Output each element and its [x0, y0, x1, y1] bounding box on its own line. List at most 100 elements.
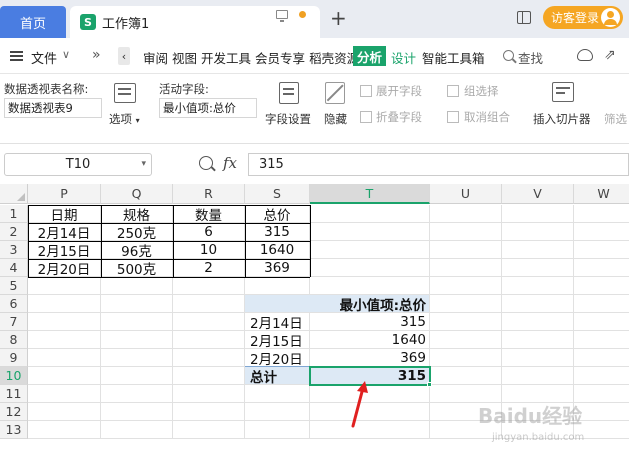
group-selection-button[interactable]: 组选择: [464, 83, 499, 99]
field-settings-icon[interactable]: [279, 82, 299, 104]
cell-r10[interactable]: [173, 367, 245, 385]
cell-q7[interactable]: [101, 313, 173, 331]
cell-s11[interactable]: [245, 385, 310, 403]
row-header-4[interactable]: 4: [0, 259, 28, 277]
cell-t5[interactable]: [310, 277, 430, 295]
select-all-corner[interactable]: [0, 184, 28, 204]
cell-t2[interactable]: [310, 223, 430, 241]
cell-p9[interactable]: [28, 349, 101, 367]
cell-r13[interactable]: [173, 421, 245, 439]
menu-view[interactable]: 视图: [172, 48, 197, 67]
cell-v1[interactable]: [502, 205, 574, 223]
row-header-10[interactable]: 10: [0, 367, 28, 385]
chevron-down-icon[interactable]: ∨: [62, 48, 70, 61]
menu-file[interactable]: 文件: [31, 48, 57, 67]
cell-r1[interactable]: 数量: [173, 205, 245, 223]
cell-p10[interactable]: [28, 367, 101, 385]
cell-p11[interactable]: [28, 385, 101, 403]
cell-p12[interactable]: [28, 403, 101, 421]
cell-s4[interactable]: 369: [245, 259, 310, 277]
cell-v9[interactable]: [502, 349, 574, 367]
menu-more-icon[interactable]: »: [92, 47, 101, 63]
column-header-q[interactable]: Q: [101, 184, 173, 204]
column-header-t[interactable]: T: [310, 184, 430, 204]
cell-q13[interactable]: [101, 421, 173, 439]
cell-t7[interactable]: 315: [310, 313, 430, 331]
hamburger-menu-icon[interactable]: [10, 51, 23, 61]
filter-button[interactable]: 筛选: [604, 111, 627, 127]
hide-icon[interactable]: [325, 82, 345, 104]
cell-s12[interactable]: [245, 403, 310, 421]
cell-u6[interactable]: [430, 295, 502, 313]
cell-u7[interactable]: [430, 313, 502, 331]
cell-w5[interactable]: [574, 277, 629, 295]
cell-v10[interactable]: [502, 367, 574, 385]
cell-w12[interactable]: [574, 403, 629, 421]
cell-v2[interactable]: [502, 223, 574, 241]
cell-r2[interactable]: 6: [173, 223, 245, 241]
cell-w9[interactable]: [574, 349, 629, 367]
fill-handle[interactable]: [427, 382, 432, 387]
expand-field-button[interactable]: 展开字段: [376, 83, 422, 99]
menu-review[interactable]: 审阅: [143, 48, 168, 67]
cell-w7[interactable]: [574, 313, 629, 331]
cell-r7[interactable]: [173, 313, 245, 331]
cell-p1[interactable]: 日期: [28, 205, 101, 223]
cell-u2[interactable]: [430, 223, 502, 241]
name-box[interactable]: T10 ▾: [4, 153, 152, 176]
cell-u4[interactable]: [430, 259, 502, 277]
cell-s10[interactable]: 总计: [245, 367, 310, 385]
ungroup-button[interactable]: 取消组合: [464, 109, 510, 125]
guest-login-button[interactable]: 访客登录: [543, 6, 623, 29]
cell-w3[interactable]: [574, 241, 629, 259]
cell-r5[interactable]: [173, 277, 245, 295]
cell-q2[interactable]: 250克: [101, 223, 173, 241]
name-box-dropdown-icon[interactable]: ▾: [141, 159, 146, 169]
cell-u10[interactable]: [430, 367, 502, 385]
cell-u8[interactable]: [430, 331, 502, 349]
cell-u1[interactable]: [430, 205, 502, 223]
cell-w8[interactable]: [574, 331, 629, 349]
cell-p8[interactable]: [28, 331, 101, 349]
fx-icon[interactable]: fx: [223, 154, 237, 172]
tab-home[interactable]: 首页: [0, 6, 66, 38]
cell-r8[interactable]: [173, 331, 245, 349]
new-tab-plus-icon[interactable]: +: [330, 8, 347, 28]
cell-q9[interactable]: [101, 349, 173, 367]
share-icon[interactable]: ⇗: [604, 47, 620, 63]
cell-p13[interactable]: [28, 421, 101, 439]
cell-p7[interactable]: [28, 313, 101, 331]
cell-t8[interactable]: 1640: [310, 331, 430, 349]
cell-p3[interactable]: 2月15日: [28, 241, 101, 259]
cell-u9[interactable]: [430, 349, 502, 367]
cell-s7[interactable]: 2月14日: [245, 313, 310, 331]
cell-s9[interactable]: 2月20日: [245, 349, 310, 367]
cell-w2[interactable]: [574, 223, 629, 241]
row-header-3[interactable]: 3: [0, 241, 28, 259]
column-header-s[interactable]: S: [245, 184, 310, 204]
cell-s2[interactable]: 315: [245, 223, 310, 241]
cell-p6[interactable]: [28, 295, 101, 313]
row-header-2[interactable]: 2: [0, 223, 28, 241]
cell-q8[interactable]: [101, 331, 173, 349]
column-header-u[interactable]: U: [430, 184, 502, 204]
cell-s1[interactable]: 总价: [245, 205, 310, 223]
hide-button[interactable]: 隐藏: [324, 111, 347, 127]
cell-v8[interactable]: [502, 331, 574, 349]
insert-slicer-icon[interactable]: [552, 82, 574, 102]
row-header-11[interactable]: 11: [0, 385, 28, 403]
cell-q4[interactable]: 500克: [101, 259, 173, 277]
cell-q6[interactable]: [101, 295, 173, 313]
cell-v7[interactable]: [502, 313, 574, 331]
row-header-8[interactable]: 8: [0, 331, 28, 349]
menu-developer[interactable]: 开发工具: [201, 48, 251, 67]
scroll-left-icon[interactable]: ‹: [118, 47, 130, 65]
window-layout-icon[interactable]: [517, 11, 531, 24]
cell-w10[interactable]: [574, 367, 629, 385]
cell-r4[interactable]: 2: [173, 259, 245, 277]
collapse-field-button[interactable]: 折叠字段: [376, 109, 422, 125]
cell-s8[interactable]: 2月15日: [245, 331, 310, 349]
options-icon[interactable]: [114, 83, 136, 103]
cell-u5[interactable]: [430, 277, 502, 295]
cell-t4[interactable]: [310, 259, 430, 277]
